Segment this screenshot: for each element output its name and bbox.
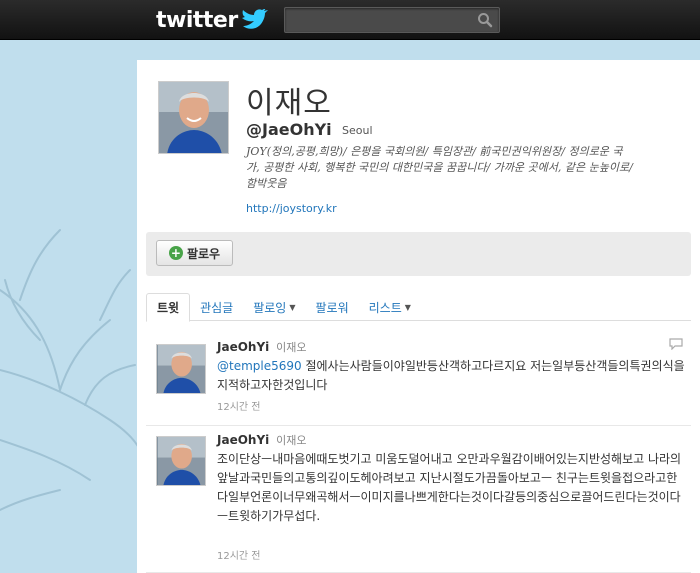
tab-label: 팔로잉 xyxy=(253,300,287,315)
profile-avatar[interactable] xyxy=(158,81,229,154)
tab-following[interactable]: 팔로잉 ▼ xyxy=(243,293,305,321)
background-tree-decoration xyxy=(0,229,140,511)
tab-followers[interactable]: 팔로워 xyxy=(306,293,359,321)
tweet-body: 조이단상ㅡ내마음에때도벗기고 미움도덜어내고 오만과우월감이배어있는지반성해보고… xyxy=(217,452,682,523)
tweet-realname: 이재오 xyxy=(276,341,307,354)
tweet-timestamp[interactable]: 12시간 전 xyxy=(217,398,261,413)
profile-tabs: 트윗 관심글 팔로잉 ▼ 팔로워 리스트 ▼ xyxy=(146,293,691,322)
tab-favorites[interactable]: 관심글 xyxy=(190,293,243,321)
tweet-item[interactable]: JaeOhYi 이재오 @temple5690 절에사는사람들이야일반등산객하고… xyxy=(146,326,691,426)
search-input[interactable] xyxy=(285,8,470,32)
tweet-realname: 이재오 xyxy=(276,434,307,447)
tab-label: 트윗 xyxy=(157,301,180,315)
reply-icon[interactable] xyxy=(669,338,683,350)
caret-down-icon: ▼ xyxy=(404,302,411,312)
person-photo-icon xyxy=(159,82,228,153)
plus-icon: + xyxy=(168,246,183,260)
bird-icon xyxy=(241,9,268,29)
caret-down-icon: ▼ xyxy=(289,302,296,312)
main-panel: 이재오 @JaeOhYi Seoul JOY(정의,공평,희망)/ 은평을 국회… xyxy=(137,60,700,573)
tweet-username[interactable]: JaeOhYi xyxy=(217,340,269,354)
tweet-mention-link[interactable]: @temple5690 xyxy=(217,359,302,373)
person-photo-icon xyxy=(157,437,205,485)
tab-label: 관심글 xyxy=(200,300,234,315)
tweet-timestamp[interactable]: 12시간 전 xyxy=(217,547,261,562)
twitter-logo[interactable]: twitter xyxy=(156,6,268,34)
logo-text: twitter xyxy=(156,7,238,33)
tweet-avatar[interactable] xyxy=(156,436,206,486)
search-box[interactable] xyxy=(284,7,500,33)
profile-handle: @JaeOhYi xyxy=(246,120,332,139)
tweet-avatar[interactable] xyxy=(156,344,206,394)
person-photo-icon xyxy=(157,345,205,393)
tweet-text: @temple5690 절에사는사람들이야일반등산객하고다르지요 저는일부등산객… xyxy=(217,357,687,395)
tab-label: 팔로워 xyxy=(315,300,349,315)
tab-label: 리스트 xyxy=(368,300,402,315)
search-icon[interactable] xyxy=(477,12,493,28)
tweet-username[interactable]: JaeOhYi xyxy=(217,433,269,447)
top-bar: twitter xyxy=(0,0,700,40)
profile-header: 이재오 @JaeOhYi Seoul JOY(정의,공평,희망)/ 은평을 국회… xyxy=(137,60,700,230)
tweet-item[interactable]: JaeOhYi 이재오 조이단상ㅡ내마음에때도벗기고 미움도덜어내고 오만과우월… xyxy=(146,426,691,573)
tab-tweets[interactable]: 트윗 xyxy=(146,293,191,322)
tab-lists[interactable]: 리스트 ▼ xyxy=(359,293,421,321)
tweet-header: JaeOhYi 이재오 xyxy=(217,432,306,448)
profile-location: Seoul xyxy=(342,124,373,137)
profile-url-link[interactable]: http://joystory.kr xyxy=(246,202,337,215)
follow-bar: + 팔로우 xyxy=(146,232,691,276)
profile-name: 이재오 xyxy=(246,86,332,121)
tweet-header: JaeOhYi 이재오 xyxy=(217,339,306,355)
follow-button-label: 팔로우 xyxy=(186,246,221,261)
follow-button[interactable]: + 팔로우 xyxy=(156,240,233,266)
profile-bio: JOY(정의,공평,희망)/ 은평을 국회의원/ 특임장관/ 前국민권익위원장/… xyxy=(246,145,633,190)
